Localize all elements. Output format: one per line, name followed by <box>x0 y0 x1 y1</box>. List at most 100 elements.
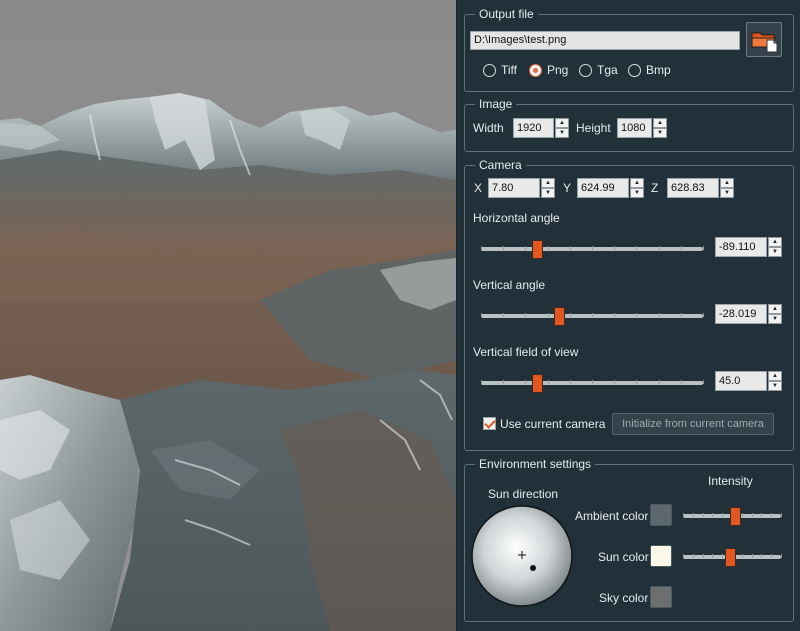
radio-bmp-indicator <box>628 63 641 77</box>
format-radio-bmp[interactable]: Bmp <box>628 63 671 77</box>
height-up-arrow-icon[interactable]: ▲ <box>653 118 667 128</box>
slider-tick <box>703 246 704 250</box>
vertical-fov-value: 45.0 <box>715 371 767 391</box>
vertical-fov-slider[interactable] <box>481 374 704 393</box>
slider-tick <box>692 554 694 558</box>
width-up-arrow-icon[interactable]: ▲ <box>555 118 569 128</box>
width-spinbox[interactable]: 1920 ▲ ▼ <box>513 118 569 138</box>
camera-z-value: 628.83 <box>667 178 719 198</box>
format-radio-png[interactable]: Png <box>529 63 568 77</box>
slider-tick <box>680 313 682 317</box>
camera-z-label: Z <box>651 181 659 195</box>
height-spinbox[interactable]: 1080 ▲ ▼ <box>617 118 667 138</box>
slider-tick <box>683 513 684 517</box>
horizontal-angle-label: Horizontal angle <box>473 211 560 225</box>
camera-y-up-arrow-icon[interactable]: ▲ <box>630 178 644 188</box>
camera-x-spinbox[interactable]: 7.80 ▲ ▼ <box>488 178 555 198</box>
format-label-bmp: Bmp <box>646 63 671 77</box>
slider-tick <box>614 313 616 317</box>
initialize-from-camera-button[interactable]: Initialize from current camera <box>612 413 774 435</box>
sun-intensity-slider[interactable] <box>683 548 782 567</box>
browse-button[interactable] <box>746 22 782 57</box>
height-label: Height <box>576 121 611 135</box>
horizontal-angle-slider[interactable] <box>481 240 704 259</box>
slider-tick <box>525 313 527 317</box>
horizontal-angle-down-arrow-icon[interactable]: ▼ <box>768 247 782 257</box>
slider-tick <box>614 246 616 250</box>
camera-x-down-arrow-icon[interactable]: ▼ <box>541 188 555 198</box>
vertical-angle-label: Vertical angle <box>473 278 546 292</box>
camera-z-up-arrow-icon[interactable]: ▲ <box>720 178 734 188</box>
terrain-render <box>0 0 456 631</box>
format-radio-tiff[interactable]: Tiff <box>483 63 517 77</box>
horizontal-angle-spinbox[interactable]: -89.110 ▲ ▼ <box>715 237 782 257</box>
slider-tick <box>658 313 660 317</box>
slider-tick <box>702 554 704 558</box>
slider-tick <box>481 246 482 250</box>
camera-x-label: X <box>474 181 483 195</box>
slider-tick <box>592 246 593 250</box>
slider-tick <box>741 554 743 558</box>
sun-direction-widget[interactable] <box>470 504 574 608</box>
ambient-color-swatch[interactable] <box>650 504 672 526</box>
slider-tick <box>680 380 682 384</box>
height-down-arrow-icon[interactable]: ▼ <box>653 128 667 138</box>
slider-tick <box>569 380 571 384</box>
vertical-fov-up-arrow-icon[interactable]: ▲ <box>768 371 782 381</box>
output-file-group: Output file D:\Images\test.png Tiff Png … <box>464 7 794 92</box>
slider-tick <box>503 313 505 317</box>
vertical-fov-spinbox[interactable]: 45.0 ▲ ▼ <box>715 371 782 391</box>
sun-color-swatch[interactable] <box>650 545 672 567</box>
slider-tick <box>658 380 660 384</box>
vertical-angle-down-arrow-icon[interactable]: ▼ <box>768 314 782 324</box>
ambient-intensity-handle[interactable] <box>729 507 741 526</box>
slider-tick <box>712 554 714 558</box>
camera-x-value: 7.80 <box>488 178 540 198</box>
slider-tick <box>702 513 704 517</box>
camera-z-spinbox[interactable]: 628.83 ▲ ▼ <box>667 178 734 198</box>
slider-tick <box>761 513 763 517</box>
camera-group: Camera X 7.80 ▲ ▼ Y 624.99 ▲ ▼ Z 628.83 ▲ ▼… <box>464 158 794 451</box>
camera-y-spinbox[interactable]: 624.99 ▲ ▼ <box>577 178 644 198</box>
vertical-angle-up-arrow-icon[interactable]: ▲ <box>768 304 782 314</box>
format-label-tga: Tga <box>597 63 618 77</box>
horizontal-angle-handle[interactable] <box>531 240 543 259</box>
slider-tick <box>751 513 753 517</box>
vertical-angle-track <box>481 313 704 318</box>
width-down-arrow-icon[interactable]: ▼ <box>555 128 569 138</box>
vertical-angle-handle[interactable] <box>553 307 565 326</box>
slider-tick <box>547 313 549 317</box>
horizontal-angle-value: -89.110 <box>715 237 767 257</box>
slider-tick <box>569 246 571 250</box>
slider-tick <box>680 246 682 250</box>
sun-intensity-handle[interactable] <box>725 548 737 567</box>
vertical-fov-down-arrow-icon[interactable]: ▼ <box>768 381 782 391</box>
sky-color-swatch[interactable] <box>650 586 672 608</box>
slider-tick <box>503 246 505 250</box>
vertical-angle-spinbox[interactable]: -28.019 ▲ ▼ <box>715 304 782 324</box>
folder-open-icon <box>751 32 778 53</box>
vertical-fov-track <box>481 380 704 385</box>
format-label-tiff: Tiff <box>501 63 518 77</box>
slider-tick <box>761 554 763 558</box>
use-current-camera-checkbox[interactable] <box>483 417 496 430</box>
radio-png-indicator <box>529 63 542 77</box>
output-path-field[interactable]: D:\Images\test.png <box>470 31 740 50</box>
width-value: 1920 <box>513 118 554 138</box>
format-radio-tga[interactable]: Tga <box>579 63 618 77</box>
use-current-camera-label: Use current camera <box>500 417 606 431</box>
slider-tick <box>781 554 782 558</box>
camera-x-up-arrow-icon[interactable]: ▲ <box>541 178 555 188</box>
camera-y-down-arrow-icon[interactable]: ▼ <box>630 188 644 198</box>
slider-tick <box>592 313 593 317</box>
vertical-fov-handle[interactable] <box>531 374 543 393</box>
slider-tick <box>771 554 773 558</box>
camera-z-down-arrow-icon[interactable]: ▼ <box>720 188 734 198</box>
vertical-angle-slider[interactable] <box>481 307 704 326</box>
render-viewport[interactable] <box>0 0 456 631</box>
slider-tick <box>614 380 616 384</box>
slider-tick <box>525 380 527 384</box>
camera-y-label: Y <box>563 181 572 195</box>
ambient-intensity-slider[interactable] <box>683 507 782 526</box>
horizontal-angle-up-arrow-icon[interactable]: ▲ <box>768 237 782 247</box>
